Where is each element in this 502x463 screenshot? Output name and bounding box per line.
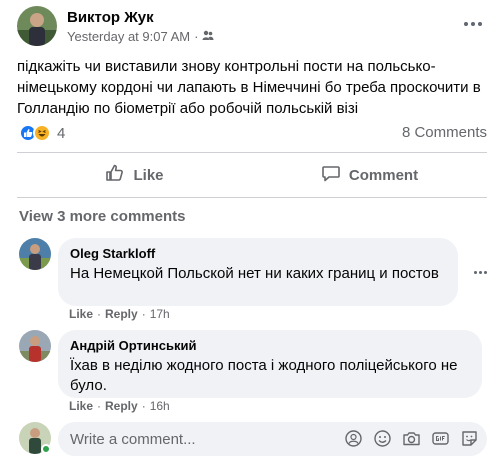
online-status-dot xyxy=(41,444,51,454)
comment-bubble: Oleg Starkloff На Немецкой Польской нет … xyxy=(58,238,458,306)
comment-bubble: Андрій Ортинський Їхав в неділю жодного … xyxy=(58,330,482,398)
comment-actions: Like · Reply · 16h xyxy=(69,399,170,413)
comment-options-icon[interactable] xyxy=(470,264,490,280)
composer-tools xyxy=(344,429,479,448)
comment-text: Їхав в неділю жодного поста і жодного по… xyxy=(70,357,458,394)
comment-composer xyxy=(19,422,487,456)
divider xyxy=(17,197,487,198)
post-action-bar: Like Comment xyxy=(17,157,487,193)
view-more-comments-link[interactable]: View 3 more comments xyxy=(19,208,185,225)
comment-time[interactable]: 16h xyxy=(150,399,170,413)
like-button[interactable]: Like xyxy=(17,157,252,193)
avatar-sticker-icon[interactable] xyxy=(344,429,363,448)
comment-reply-link[interactable]: Reply xyxy=(105,399,138,413)
comments-count[interactable]: 8 Comments xyxy=(402,124,487,141)
comment-like-link[interactable]: Like xyxy=(69,399,93,413)
post-text: підкажіть чи виставили знову контрольні … xyxy=(17,58,481,117)
comment-reply-link[interactable]: Reply xyxy=(105,307,138,321)
post-meta: Yesterday at 9:07 AM · xyxy=(67,29,214,44)
more-options-icon[interactable] xyxy=(459,14,487,34)
meta-separator: · xyxy=(194,29,199,44)
comment-like-link[interactable]: Like xyxy=(69,307,93,321)
commenter-avatar[interactable] xyxy=(19,238,51,270)
comment-button-label: Comment xyxy=(348,166,419,184)
post-timestamp[interactable]: Yesterday at 9:07 AM xyxy=(67,29,190,44)
gif-icon[interactable] xyxy=(431,429,450,448)
comment-actions-separator: · xyxy=(97,307,102,321)
reactions-summary[interactable]: 4 xyxy=(19,122,65,144)
commenter-name[interactable]: Андрій Ортинський xyxy=(70,338,470,354)
comment-actions: Like · Reply · 17h xyxy=(69,307,170,321)
friends-icon[interactable] xyxy=(202,29,214,44)
comment-actions-separator: · xyxy=(141,307,146,321)
comment-actions-separator: · xyxy=(97,399,102,413)
comment-text: На Немецкой Польской нет ни каких границ… xyxy=(70,265,439,282)
divider xyxy=(17,152,487,153)
reaction-count: 4 xyxy=(57,124,66,142)
comment-button[interactable]: Comment xyxy=(252,157,487,193)
thumbs-up-icon xyxy=(105,163,125,187)
commenter-avatar[interactable] xyxy=(19,330,51,362)
like-button-label: Like xyxy=(133,166,164,184)
camera-icon[interactable] xyxy=(402,429,421,448)
commenter-name[interactable]: Oleg Starkloff xyxy=(70,246,446,262)
emoji-icon[interactable] xyxy=(373,429,392,448)
speech-bubble-icon xyxy=(321,163,341,187)
sticker-icon[interactable] xyxy=(460,429,479,448)
haha-reaction-icon xyxy=(33,124,51,142)
post-author-name[interactable]: Виктор Жук xyxy=(67,9,154,26)
comment-time[interactable]: 17h xyxy=(150,307,170,321)
author-avatar[interactable] xyxy=(17,6,57,46)
comment-actions-separator: · xyxy=(141,399,146,413)
post-header: Виктор Жук Yesterday at 9:07 AM · xyxy=(17,6,487,50)
